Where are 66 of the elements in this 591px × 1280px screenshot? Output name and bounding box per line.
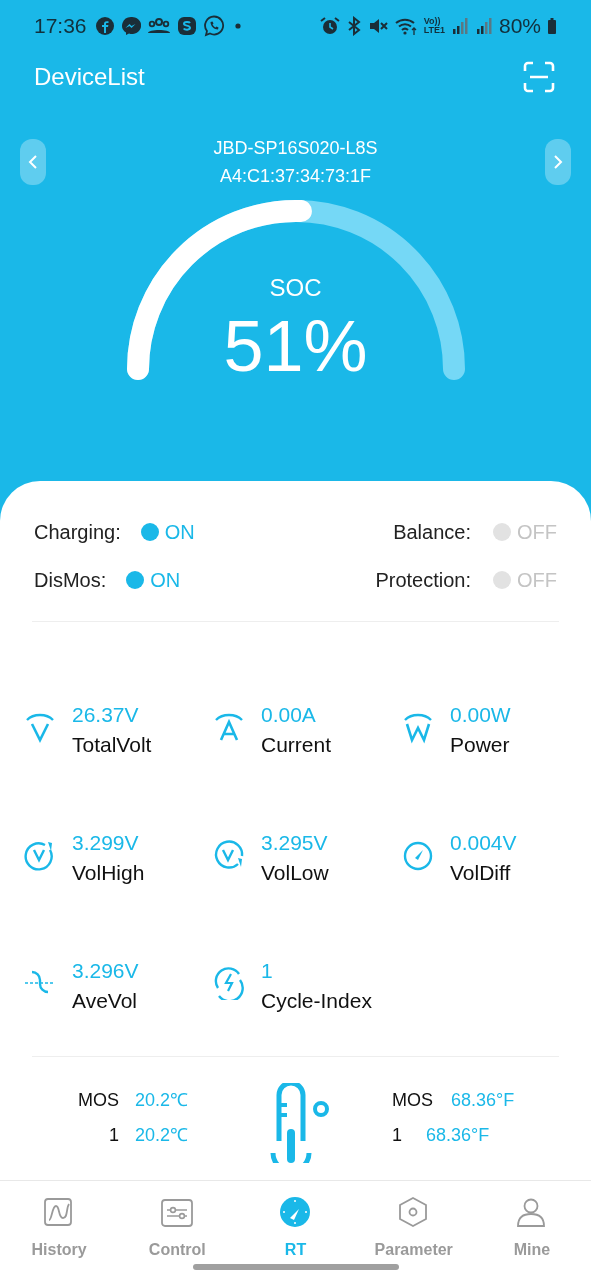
status-value: ON: [150, 568, 181, 593]
facebook-icon: [94, 16, 115, 36]
status-value: OFF: [517, 520, 557, 545]
mute-icon: [367, 16, 388, 36]
metric-value: 3.296V: [72, 958, 139, 984]
temperature-value: 68.36°F: [451, 1089, 515, 1112]
wifi-icon: [393, 16, 418, 36]
metric-label: VolHigh: [72, 860, 145, 886]
nav-tab[interactable]: Control: [118, 1196, 237, 1280]
sensor-label: 1: [392, 1124, 402, 1147]
metric-value: 0.00A: [261, 702, 317, 728]
page-title: DeviceList: [34, 62, 145, 92]
low-voltage-icon: [213, 838, 245, 872]
next-device-button[interactable]: [545, 139, 571, 185]
signal-icon: [450, 16, 469, 36]
metric-value: 3.295V: [261, 830, 329, 856]
device-address: A4:C1:37:34:73:1F: [219, 165, 372, 188]
temperature-value: 68.36°F: [426, 1124, 490, 1147]
gauge-reading: 51%: [223, 306, 368, 386]
chevron-right-icon: [553, 154, 563, 170]
sliders-icon: [160, 1196, 195, 1228]
nav-tab[interactable]: RT: [236, 1196, 355, 1280]
sensor-label: 1: [108, 1124, 119, 1147]
skype-icon: [176, 16, 197, 36]
sensor-label: MOS: [77, 1089, 119, 1112]
metric-label: Power: [450, 732, 511, 758]
signal-icon: [474, 16, 493, 36]
metric-value: 3.299V: [72, 830, 140, 856]
metric-label: AveVol: [72, 988, 138, 1014]
battery-percent: 80%: [498, 13, 541, 40]
status-value: OFF: [517, 568, 557, 593]
previous-device-button[interactable]: [20, 139, 46, 185]
network-label: LTE1: [423, 26, 445, 35]
metric-label: TotalVolt: [72, 732, 152, 758]
nav-tab[interactable]: Mine: [472, 1196, 591, 1280]
temperature-value: 20.2℃: [135, 1089, 189, 1112]
metric-value: 26.37V: [72, 702, 140, 728]
nav-tab[interactable]: Parameter: [354, 1196, 473, 1280]
cycle-icon: [213, 966, 245, 1000]
metric-label: Cycle-Index: [261, 988, 372, 1014]
gauge-icon: [278, 1196, 313, 1228]
sensor-label: MOS: [392, 1089, 433, 1112]
network-label: Vo)): [423, 17, 441, 26]
messenger-icon: [120, 16, 141, 36]
nav-tab[interactable]: History: [0, 1196, 119, 1280]
status-label: Charging:: [34, 520, 121, 545]
status-label: DisMos:: [34, 568, 107, 593]
clock: 17:36: [34, 13, 87, 40]
chevron-left-icon: [28, 154, 38, 170]
people-icon: [146, 16, 171, 36]
gauge-label: SOC: [269, 273, 322, 303]
status-value: ON: [164, 520, 195, 545]
phone-bubble-icon: [202, 15, 225, 37]
temperature-value: 20.2℃: [135, 1124, 189, 1147]
status-label: Balance:: [393, 520, 471, 545]
metric-label: VolLow: [261, 860, 329, 886]
metric-value: 0.004V: [450, 830, 517, 856]
metric-label: VolDiff: [450, 860, 512, 886]
status-label: Protection:: [375, 568, 471, 593]
metric-value: 0.00W: [450, 702, 511, 728]
metric-value: 1: [261, 958, 274, 984]
metric-label: Current: [261, 732, 332, 758]
alarm-icon: [319, 16, 340, 36]
device-name: JBD-SP16S020-L8S: [213, 137, 378, 160]
battery-icon: [547, 16, 557, 36]
scan-icon[interactable]: [523, 61, 555, 93]
